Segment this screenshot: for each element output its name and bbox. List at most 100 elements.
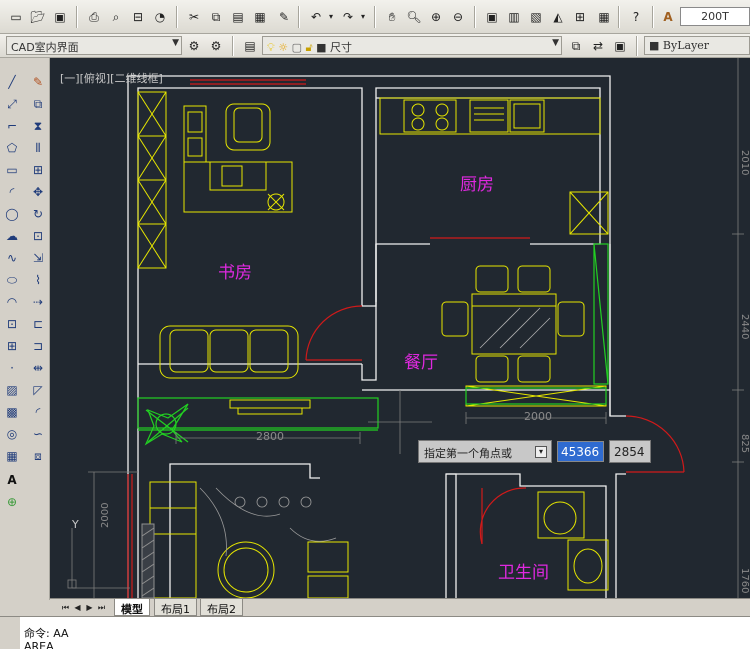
match-properties-icon[interactable]: ✎ [274, 7, 294, 27]
mirror-icon[interactable]: ⧗ [28, 116, 48, 136]
new-file-icon[interactable]: ▭ [6, 7, 26, 27]
gradient-icon[interactable]: ▩ [2, 402, 22, 422]
construction-line-icon[interactable]: ⤢ [2, 94, 22, 114]
scale-icon[interactable]: ⊡ [28, 226, 48, 246]
offset-icon[interactable]: ⫴ [28, 138, 48, 158]
undo-icon[interactable]: ↶ [306, 7, 326, 27]
dimension-text: 2010 [739, 150, 750, 176]
properties-icon[interactable]: ▣ [482, 7, 502, 27]
spline-icon[interactable]: ∿ [2, 248, 22, 268]
options-dropdown-icon[interactable]: ▾ [535, 446, 547, 458]
next-tab-icon[interactable]: ▶ [84, 601, 95, 614]
move-icon[interactable]: ✥ [28, 182, 48, 202]
command-line[interactable]: 命令: AA AREA [0, 616, 750, 649]
add-selected-icon[interactable]: ⊕ [2, 492, 22, 512]
layer-states-icon[interactable]: ▣ [610, 36, 630, 56]
tab-layout1[interactable]: 布局1 [154, 599, 197, 616]
make-current-layer-icon[interactable]: ⧉ [566, 36, 586, 56]
customize-icon[interactable]: ⚙ [206, 36, 226, 56]
table-icon[interactable]: ▦ [2, 446, 22, 466]
redo-dropdown-icon[interactable]: ▾ [358, 7, 368, 27]
rotate-icon[interactable]: ↻ [28, 204, 48, 224]
stretch-icon[interactable]: ⇲ [28, 248, 48, 268]
fillet-icon[interactable]: ◜ [28, 402, 48, 422]
viewport-label[interactable]: [一][俯视][二维线框] [60, 70, 163, 86]
room-label-kitchen: 厨房 [460, 175, 494, 195]
redo-icon[interactable]: ↷ [338, 7, 358, 27]
last-tab-icon[interactable]: ⏭ [96, 601, 107, 614]
paste-block-icon[interactable]: ▦ [250, 7, 270, 27]
publish-icon[interactable]: ⊟ [128, 7, 148, 27]
print-icon[interactable]: ⎙ [84, 7, 104, 27]
command-line-grip[interactable] [0, 617, 20, 649]
pan-hand-icon[interactable]: ✋︎ [382, 7, 402, 27]
insert-block-icon[interactable]: ⊡ [2, 314, 22, 334]
text-style-combo[interactable]: 200T [680, 7, 750, 26]
autocad-window: ▭ 📂︎ ▣ ⎙ ⌕ ⊟ ◔ ✂ ⧉ ▤ ▦ ✎ ↶ ▾ ↷ ▾ ✋︎ 🔍︎ ⊕… [0, 0, 750, 649]
print-preview-icon[interactable]: ⌕ [106, 7, 126, 27]
rectangle-icon[interactable]: ▭ [2, 160, 22, 180]
sheet-set-icon[interactable]: ◭ [548, 7, 568, 27]
line-icon[interactable]: ╱ [2, 72, 22, 92]
3d-dwf-icon[interactable]: ◔ [150, 7, 170, 27]
layer-on-icon: 💡︎ [267, 41, 275, 54]
tab-model[interactable]: 模型 [114, 599, 150, 616]
copy-icon[interactable]: ⧉ [206, 7, 226, 27]
paste-icon[interactable]: ▤ [228, 7, 248, 27]
workspace-combo[interactable]: CAD室内界面 ▼ [6, 36, 182, 55]
multiline-text-icon[interactable]: A [2, 470, 22, 490]
circle-icon[interactable]: ◯ [2, 204, 22, 224]
room-label-study: 书房 [218, 263, 252, 283]
join-icon[interactable]: ⇹ [28, 358, 48, 378]
markup-icon[interactable]: ⊞ [570, 7, 590, 27]
tab-layout2[interactable]: 布局2 [200, 599, 243, 616]
ellipse-arc-icon[interactable]: ◠ [2, 292, 22, 312]
erase-icon[interactable]: ✎ [28, 72, 48, 92]
cut-icon[interactable]: ✂ [184, 7, 204, 27]
break-icon[interactable]: ⊐ [28, 336, 48, 356]
coordinate-input-x[interactable]: 45366 [557, 441, 604, 462]
array-icon[interactable]: ⊞ [28, 160, 48, 180]
save-icon[interactable]: ▣ [50, 7, 70, 27]
open-file-icon[interactable]: 📂︎ [28, 7, 48, 27]
chamfer-icon[interactable]: ◸ [28, 380, 48, 400]
ellipse-icon[interactable]: ⬭ [2, 270, 22, 290]
layer-combo[interactable]: 💡︎ ☼ ▢ 🔓︎ ■ 尺寸 ▼ [262, 36, 562, 55]
zoom-window-icon[interactable]: ⊕ [426, 7, 446, 27]
layer-previous-icon[interactable]: ⇄ [588, 36, 608, 56]
dynamic-input-prompt: 指定第一个角点或 ▾ [418, 440, 552, 463]
workspace-settings-icon[interactable]: ⚙ [184, 36, 204, 56]
text-style-icon[interactable]: A [658, 7, 678, 27]
extend-icon[interactable]: ⇢ [28, 292, 48, 312]
polyline-icon[interactable]: ⌐ [2, 116, 22, 136]
drawing-canvas[interactable]: [一][俯视][二维线框] 书房 厨房 餐厅 卫生间 2000 2800 200… [50, 58, 750, 598]
point-icon[interactable]: · [2, 358, 22, 378]
trim-icon[interactable]: ⌇ [28, 270, 48, 290]
design-center-icon[interactable]: ▥ [504, 7, 524, 27]
polygon-icon[interactable]: ⬠ [2, 138, 22, 158]
zoom-realtime-icon[interactable]: 🔍︎ [404, 7, 424, 27]
arc-icon[interactable]: ◜ [2, 182, 22, 202]
make-block-icon[interactable]: ⊞ [2, 336, 22, 356]
tool-palettes-icon[interactable]: ▧ [526, 7, 546, 27]
blend-curves-icon[interactable]: ∽ [28, 424, 48, 444]
undo-dropdown-icon[interactable]: ▾ [326, 7, 336, 27]
color-combo[interactable]: ■ ByLayer [644, 36, 750, 55]
help-icon[interactable]: ? [626, 7, 646, 27]
calculator-icon[interactable]: ▦ [594, 7, 614, 27]
copy-object-icon[interactable]: ⧉ [28, 94, 48, 114]
region-icon[interactable]: ◎ [2, 424, 22, 444]
layer-manager-icon[interactable]: ▤ [240, 36, 260, 56]
first-tab-icon[interactable]: ⏮ [60, 601, 71, 614]
left-dock-empty [0, 512, 50, 600]
coordinate-input-y[interactable]: 2854 [609, 440, 651, 463]
hatch-icon[interactable]: ▨ [2, 380, 22, 400]
explode-icon[interactable]: ⧈ [28, 446, 48, 466]
layout-tabs: ⏮ ◀ ▶ ⏭ 模型 布局1 布局2 [50, 598, 750, 616]
break-at-point-icon[interactable]: ⊏ [28, 314, 48, 334]
prev-tab-icon[interactable]: ◀ [72, 601, 83, 614]
zoom-previous-icon[interactable]: ⊖ [448, 7, 468, 27]
dimension-text: 2800 [256, 430, 284, 443]
layer-freeze-icon: ☼ [278, 41, 289, 54]
revision-cloud-icon[interactable]: ☁︎ [2, 226, 22, 246]
